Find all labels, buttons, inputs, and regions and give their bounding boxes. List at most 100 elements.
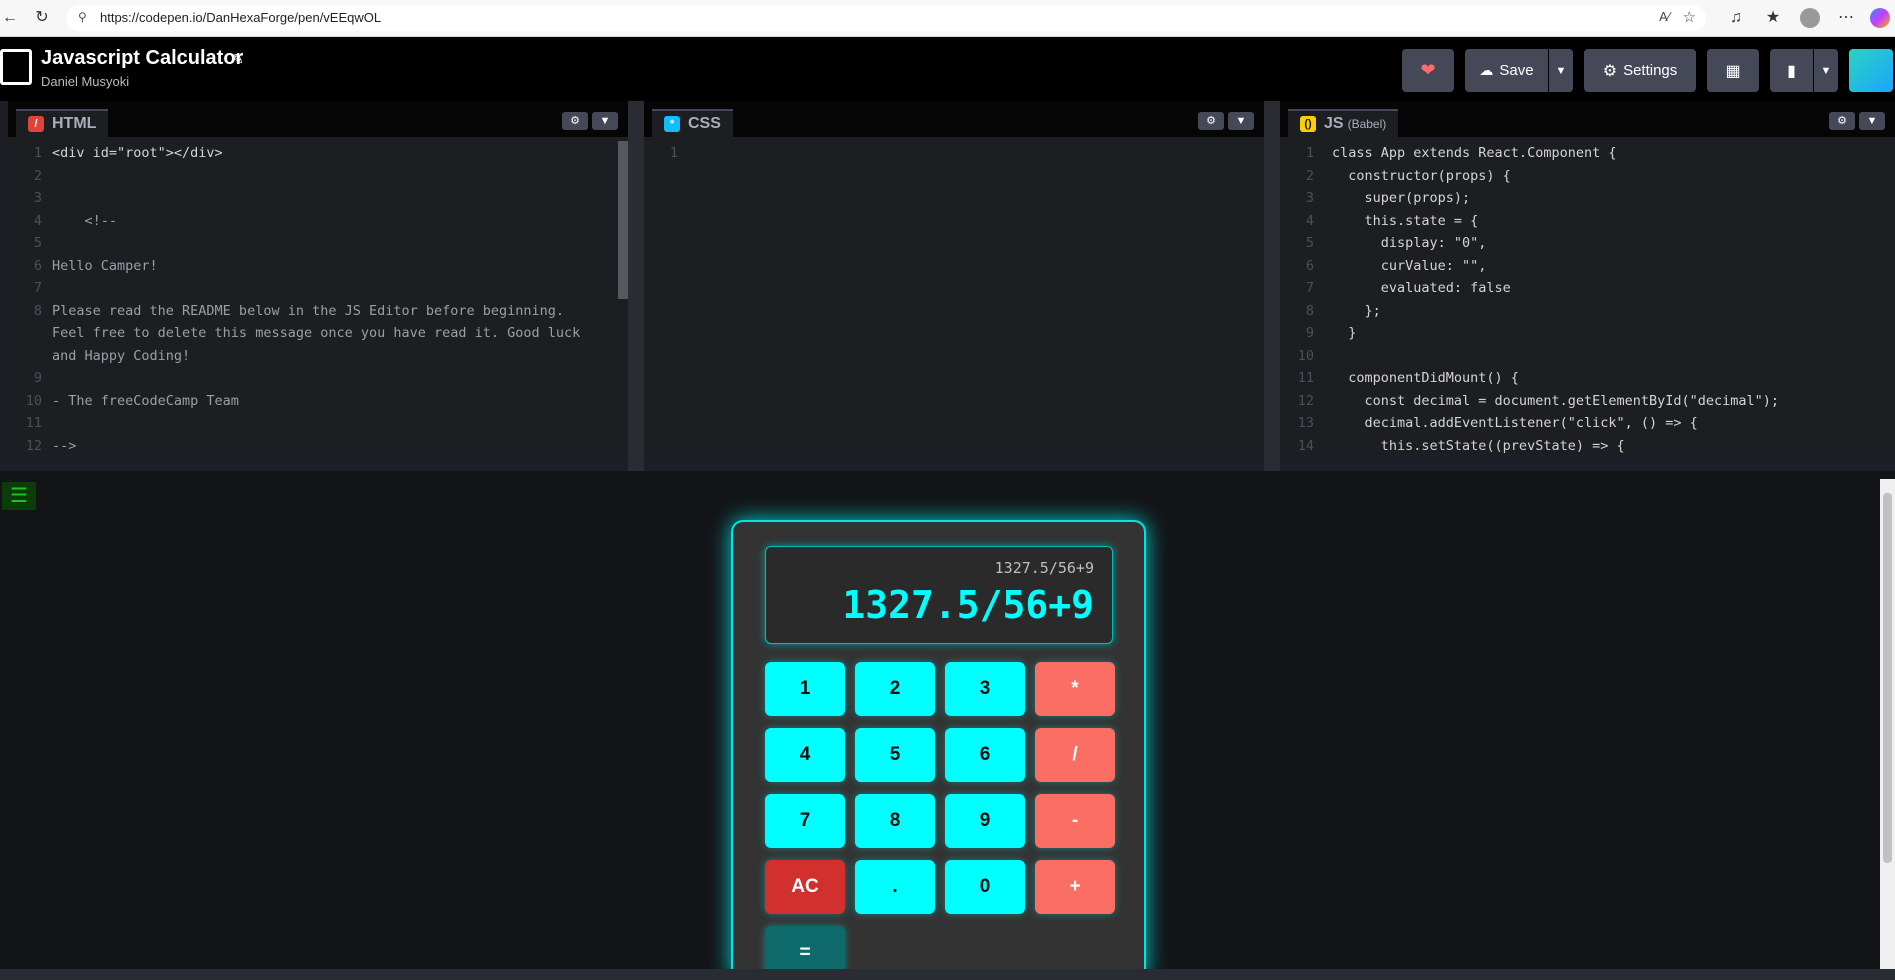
favorite-star-icon[interactable]: ☆ — [1683, 8, 1696, 26]
code-line: super(props); — [1332, 190, 1471, 206]
key-add-button[interactable]: + — [1035, 860, 1115, 914]
html-scrollbar[interactable] — [618, 141, 628, 299]
key-digit-4-button[interactable]: 4 — [765, 728, 845, 782]
line-number: 8 — [1305, 302, 1314, 319]
pen-title[interactable]: Javascript Calculator — [41, 47, 243, 70]
line-number: 11 — [1297, 370, 1314, 386]
cloud-icon: ☁ — [1479, 62, 1494, 78]
save-label: Save — [1499, 62, 1534, 79]
settings-button[interactable]: ⚙ Settings — [1584, 49, 1696, 92]
key-digit-7-button[interactable]: 7 — [765, 794, 845, 848]
key-digit-1-button[interactable]: 1 — [765, 662, 845, 716]
line-number: 2 — [33, 167, 42, 184]
bookmark-button[interactable]: ▮ — [1770, 49, 1813, 92]
pen-author[interactable]: Daniel Musyoki — [41, 74, 129, 89]
heart-icon: ❤ — [1420, 60, 1436, 80]
html-settings-button[interactable]: ⚙ — [562, 112, 588, 130]
key-digit-8-button[interactable]: 8 — [855, 794, 935, 848]
html-pane-header: / HTML ⚙ ▼ — [8, 101, 628, 137]
line-number: 6 — [33, 257, 42, 274]
tab-js-sublabel: (Babel) — [1347, 117, 1387, 131]
line-number: 4 — [1305, 212, 1314, 229]
css-pane-header: * CSS ⚙ ▼ — [644, 101, 1264, 137]
tab-js-label: JS — [1324, 115, 1344, 132]
line-number: 1 — [33, 145, 42, 161]
js-icon: () — [1300, 116, 1316, 132]
code-line: display: "0", — [1332, 235, 1487, 251]
code-line: evaluated: false — [1332, 280, 1511, 296]
love-button[interactable]: ❤ — [1402, 49, 1454, 92]
css-collapse-button[interactable]: ▼ — [1228, 112, 1254, 130]
media-icon[interactable]: ♫ — [1726, 8, 1746, 28]
layout-button[interactable]: ▦ — [1707, 49, 1759, 92]
codepen-logo-icon[interactable] — [0, 49, 32, 85]
key-digit-0-button[interactable]: 0 — [945, 860, 1025, 914]
key-digit-2-button[interactable]: 2 — [855, 662, 935, 716]
gear-icon: ⚙ — [1602, 62, 1618, 80]
main-display: 1327.5/56+9 — [842, 583, 1094, 627]
html-collapse-button[interactable]: ▼ — [592, 112, 618, 130]
copilot-icon[interactable] — [1870, 8, 1890, 28]
line-number: 12 — [25, 437, 42, 454]
tab-css[interactable]: * CSS — [652, 109, 733, 137]
tab-html-label: HTML — [52, 115, 97, 132]
tab-html[interactable]: / HTML — [16, 109, 109, 137]
pane-resizer[interactable] — [1264, 101, 1280, 471]
site-info-icon[interactable]: ⚲ — [78, 10, 87, 24]
profile-avatar-icon[interactable] — [1800, 8, 1820, 28]
line-number: 7 — [1305, 280, 1314, 296]
chevron-down-icon: ▼ — [1820, 64, 1832, 77]
read-aloud-icon[interactable]: A⁄ — [1659, 9, 1670, 24]
key-subtract-button[interactable]: - — [1035, 794, 1115, 848]
settings-label: Settings — [1623, 62, 1678, 79]
line-number: 14 — [1297, 437, 1314, 454]
hamburger-menu-icon[interactable]: ☰ — [2, 482, 36, 510]
preview-scrollbar[interactable] — [1880, 479, 1895, 969]
line-number: 5 — [33, 235, 42, 251]
code-line: and Happy Coding! — [52, 347, 191, 364]
codepen-header: Javascript Calculator ✎ Daniel Musyoki ❤… — [0, 37, 1895, 101]
key-decimal-button[interactable]: . — [855, 860, 935, 914]
key-multiply-button[interactable]: * — [1035, 662, 1115, 716]
favorites-icon[interactable]: ★ — [1763, 8, 1783, 28]
save-button[interactable]: ☁ Save — [1465, 49, 1548, 92]
js-settings-button[interactable]: ⚙ — [1829, 112, 1855, 130]
js-collapse-button[interactable]: ▼ — [1859, 112, 1885, 130]
code-line: Please read the README below in the JS E… — [52, 302, 565, 319]
code-line: this.setState((prevState) => { — [1332, 437, 1625, 454]
back-arrow-icon[interactable]: ← — [0, 8, 20, 28]
browser-toolbar: ← ↻ ⚲ https://codepen.io/DanHexaForge/pe… — [0, 0, 1895, 37]
code-line: Feel free to delete this message once yo… — [52, 325, 581, 341]
code-line: }; — [1332, 302, 1381, 319]
tab-js[interactable]: () JS (Babel) — [1288, 109, 1399, 137]
key-digit-9-button[interactable]: 9 — [945, 794, 1025, 848]
scrollbar-thumb[interactable] — [1883, 493, 1892, 863]
line-number: 10 — [1297, 347, 1314, 364]
line-number: 8 — [33, 302, 42, 319]
address-bar[interactable]: ⚲ https://codepen.io/DanHexaForge/pen/vE… — [66, 5, 1706, 31]
pane-resizer[interactable] — [628, 101, 644, 471]
css-settings-button[interactable]: ⚙ — [1198, 112, 1224, 130]
more-menu-icon[interactable]: ⋯ — [1836, 8, 1856, 28]
calculator-screen: 1327.5/56+9 1327.5/56+9 — [765, 546, 1113, 644]
edit-pencil-icon[interactable]: ✎ — [232, 51, 244, 68]
line-number: 3 — [1305, 190, 1314, 206]
key-digit-3-button[interactable]: 3 — [945, 662, 1025, 716]
line-number: 2 — [1305, 167, 1314, 184]
line-number: 3 — [33, 190, 42, 206]
key-digit-5-button[interactable]: 5 — [855, 728, 935, 782]
code-line: const decimal = document.getElementById(… — [1332, 392, 1780, 409]
key-digit-6-button[interactable]: 6 — [945, 728, 1025, 782]
key-clear-button[interactable]: AC — [765, 860, 845, 914]
save-options-button[interactable]: ▼ — [1549, 49, 1573, 92]
chevron-down-icon: ▼ — [1555, 64, 1567, 77]
code-line: - The freeCodeCamp Team — [52, 392, 239, 409]
reload-icon[interactable]: ↻ — [32, 8, 52, 28]
line-number: 5 — [1305, 235, 1314, 251]
code-line: decimal.addEventListener("click", () => … — [1332, 415, 1698, 431]
code-line: curValue: "", — [1332, 257, 1487, 274]
key-divide-button[interactable]: / — [1035, 728, 1115, 782]
bookmark-options-button[interactable]: ▼ — [1814, 49, 1838, 92]
line-number: 13 — [1297, 415, 1314, 431]
user-avatar[interactable] — [1849, 49, 1893, 92]
